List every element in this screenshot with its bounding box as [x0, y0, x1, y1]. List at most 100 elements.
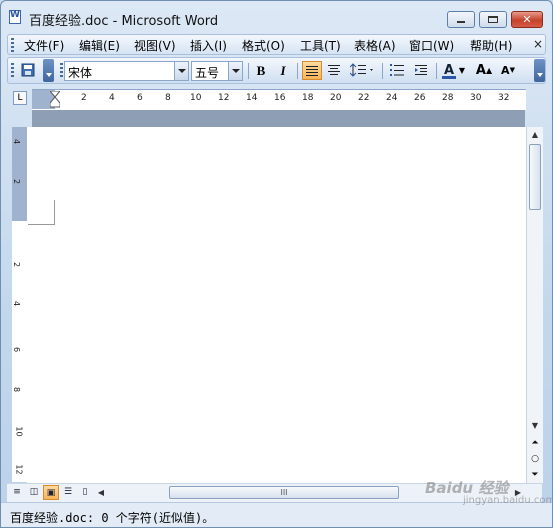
close-window-button[interactable]: ✕ [511, 11, 543, 28]
indent-button[interactable] [411, 61, 431, 80]
chevron-down-icon[interactable] [174, 62, 188, 80]
browse-object-icon[interactable]: ○ [527, 452, 543, 466]
ruler-tick: 10 [14, 426, 24, 437]
ruler-tick: 28 [442, 93, 454, 103]
ruler-tick: 2 [81, 93, 87, 103]
minimize-icon [457, 21, 465, 23]
vertical-ruler[interactable]: 4 2 2 4 6 8 10 12 [12, 127, 28, 482]
ruler-tick: 20 [330, 93, 342, 103]
outline-view-icon[interactable]: ☰ [60, 485, 76, 500]
menu-table[interactable]: 表格(A) [354, 37, 396, 54]
ruler-tick: 2 [12, 178, 22, 185]
vertical-scrollbar[interactable]: ▲ ▼ ⏶ ○ ⏷ [526, 127, 543, 483]
font-size-value: 五号 [195, 66, 220, 80]
previous-page-icon[interactable]: ⏶ [527, 436, 543, 450]
document-page[interactable] [27, 127, 526, 483]
ruler-tick: 8 [12, 386, 22, 393]
menu-format[interactable]: 格式(O) [242, 37, 285, 54]
ruler-tick: 12 [218, 93, 230, 103]
shrink-font-letter: A [501, 64, 510, 77]
normal-view-icon[interactable]: ≡ [9, 485, 25, 500]
numbering-button[interactable] [387, 61, 407, 80]
maximize-button[interactable] [479, 11, 507, 28]
menu-window[interactable]: 窗口(W) [409, 37, 454, 54]
menu-help[interactable]: 帮助(H) [470, 37, 512, 54]
shrink-font-button[interactable]: A▼ [498, 61, 518, 80]
word-window: 百度经验.doc - Microsoft Word ✕ 文件(F) 编辑(E) … [0, 0, 553, 528]
align-justify-icon [306, 66, 318, 76]
horizontal-scroll-thumb[interactable]: III [169, 486, 399, 499]
save-icon [21, 63, 35, 77]
font-name-value: 宋体 [68, 66, 93, 80]
toolbar-grip[interactable] [11, 63, 14, 79]
toolbar-options-chevron[interactable] [43, 59, 54, 82]
ruler-tick: 14 [246, 93, 258, 103]
scroll-down-icon[interactable]: ▼ [527, 419, 543, 433]
line-spacing-button[interactable] [348, 61, 378, 80]
toolbar-separator [248, 63, 249, 79]
chevron-down-icon[interactable] [228, 62, 242, 80]
close-icon: ✕ [522, 13, 532, 26]
margin-corner-mark [28, 200, 55, 225]
align-center-button[interactable] [324, 61, 344, 80]
toolbar-separator [297, 63, 298, 79]
ruler-tick: 22 [358, 93, 370, 103]
grow-font-letter: A [475, 63, 486, 78]
ruler-tick: 26 [414, 93, 426, 103]
align-justify-button[interactable] [302, 61, 322, 80]
grow-font-icon: ▲ [485, 66, 493, 75]
ruler-tick: 10 [190, 93, 202, 103]
status-text: 百度经验.doc: 0 个字符(近似值)。 [10, 511, 215, 525]
font-color-swatch [442, 76, 456, 79]
word-app-icon[interactable] [9, 10, 21, 24]
grow-font-button[interactable]: A▲ [474, 61, 494, 80]
scroll-left-icon[interactable]: ◀ [95, 486, 107, 499]
italic-button[interactable]: I [273, 61, 293, 80]
web-layout-icon[interactable]: ◫ [26, 485, 42, 500]
horizontal-ruler[interactable]: 2 4 6 8 10 12 14 16 18 20 22 24 26 28 30… [32, 89, 526, 110]
watermark-url: jingyan.baidu.com [463, 495, 553, 506]
ruler-tick: 32 [498, 93, 510, 103]
font-color-dropdown[interactable]: ▼ [457, 61, 467, 80]
ruler-tick: 8 [165, 93, 171, 103]
print-layout-icon[interactable]: ▣ [43, 485, 59, 500]
toolbar-overflow-chevron[interactable] [534, 59, 545, 82]
ruler-tick: 18 [302, 93, 314, 103]
horizontal-ruler-row: L 2 4 6 8 10 12 14 16 18 20 22 24 26 28 … [7, 89, 546, 110]
bold-button[interactable]: B [251, 61, 271, 80]
ruler-tick: 24 [386, 93, 398, 103]
toolbar-grip-2[interactable] [60, 63, 63, 79]
menu-insert[interactable]: 插入(I) [190, 37, 227, 54]
vertical-scroll-thumb[interactable] [529, 144, 541, 210]
tab-selector[interactable]: L [13, 91, 27, 105]
minimize-button[interactable] [447, 11, 475, 28]
ruler-tick: 16 [274, 93, 286, 103]
menubar-grip[interactable] [11, 38, 14, 52]
menu-tools[interactable]: 工具(T) [300, 37, 341, 54]
ruler-tick: 12 [14, 464, 24, 475]
ruler-tick: 2 [12, 261, 22, 268]
close-document-icon[interactable]: × [533, 37, 543, 51]
menu-edit[interactable]: 编辑(E) [79, 37, 120, 54]
menu-view[interactable]: 视图(V) [134, 37, 176, 54]
save-button[interactable] [18, 61, 38, 80]
title-bar[interactable]: 百度经验.doc - Microsoft Word ✕ [1, 1, 552, 31]
menu-file[interactable]: 文件(F) [24, 37, 64, 54]
toolbar-separator [382, 63, 383, 79]
font-name-select[interactable]: 宋体 [64, 61, 189, 81]
increase-indent-icon [415, 65, 427, 75]
line-spacing-icon [349, 63, 373, 77]
scroll-up-icon[interactable]: ▲ [527, 127, 543, 143]
shrink-font-icon: ▼ [509, 66, 515, 74]
reading-layout-icon[interactable]: ▯ [77, 485, 93, 500]
indent-marker-icon[interactable] [50, 91, 60, 108]
ruler-tick: 6 [137, 93, 143, 103]
menu-bar: 文件(F) 编辑(E) 视图(V) 插入(I) 格式(O) 工具(T) 表格(A… [7, 34, 546, 55]
ruler-tick: 30 [470, 93, 482, 103]
baidu-watermark: Baidu 经验 jingyan.baidu.com [425, 477, 553, 506]
ruler-tick: 4 [12, 300, 22, 307]
ruler-tick: 6 [12, 346, 22, 353]
font-size-select[interactable]: 五号 [191, 61, 243, 81]
formatting-toolbar: 宋体 五号 B I A ▼ A▲ A▼ [7, 57, 546, 84]
font-color-button[interactable]: A [441, 61, 457, 80]
